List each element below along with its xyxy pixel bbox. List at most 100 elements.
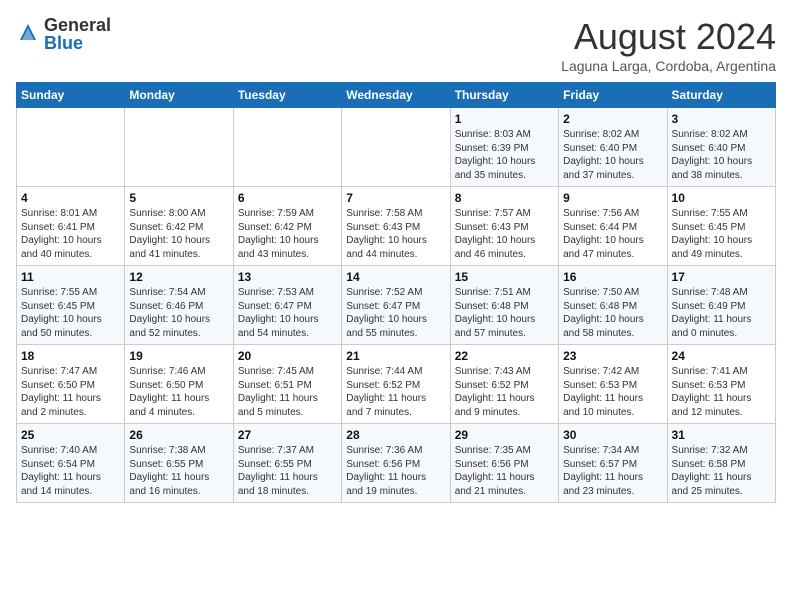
logo-text: General Blue xyxy=(44,16,111,52)
calendar-cell: 11 Sunrise: 7:55 AM Sunset: 6:45 PM Dayli… xyxy=(17,266,125,345)
day-info: Sunrise: 7:45 AM Sunset: 6:51 PM Dayligh… xyxy=(238,365,337,419)
calendar-cell: 6 Sunrise: 7:59 AM Sunset: 6:42 PM Daylig… xyxy=(233,187,341,266)
days-header-row: SundayMondayTuesdayWednesdayThursdayFrid… xyxy=(17,83,776,108)
day-info: Sunrise: 7:53 AM Sunset: 6:47 PM Dayligh… xyxy=(238,286,337,340)
day-info: Sunrise: 7:32 AM Sunset: 6:58 PM Dayligh… xyxy=(672,444,771,498)
calendar-cell: 2Sunrise: 8:02 AM Sunset: 6:40 PM Daylig… xyxy=(559,108,667,187)
week-row-3: 11 Sunrise: 7:55 AM Sunset: 6:45 PM Dayli… xyxy=(17,266,776,345)
day-number: 27 xyxy=(238,428,337,442)
calendar-cell: 27Sunrise: 7:37 AM Sunset: 6:55 PM Dayli… xyxy=(233,424,341,503)
day-number: 3 xyxy=(672,112,771,126)
day-number: 7 xyxy=(346,191,445,205)
calendar-cell: 1 Sunrise: 8:03 AM Sunset: 6:39 PM Daylig… xyxy=(450,108,558,187)
day-info: Sunrise: 7:43 AM Sunset: 6:52 PM Dayligh… xyxy=(455,365,554,419)
day-header-monday: Monday xyxy=(125,83,233,108)
day-number: 11 xyxy=(21,270,120,284)
calendar-cell: 9 Sunrise: 7:56 AM Sunset: 6:44 PM Daylig… xyxy=(559,187,667,266)
logo-general: General xyxy=(44,15,111,35)
day-info: Sunrise: 7:34 AM Sunset: 6:57 PM Dayligh… xyxy=(563,444,662,498)
day-info: Sunrise: 8:03 AM Sunset: 6:39 PM Dayligh… xyxy=(455,128,554,182)
title-block: August 2024 Laguna Larga, Cordoba, Argen… xyxy=(561,16,776,74)
calendar-cell: 21 Sunrise: 7:44 AM Sunset: 6:52 PM Dayli… xyxy=(342,345,450,424)
day-number: 10 xyxy=(672,191,771,205)
day-number: 13 xyxy=(238,270,337,284)
day-number: 8 xyxy=(455,191,554,205)
day-number: 28 xyxy=(346,428,445,442)
calendar-cell: 26Sunrise: 7:38 AM Sunset: 6:55 PM Dayli… xyxy=(125,424,233,503)
day-number: 24 xyxy=(672,349,771,363)
day-info: Sunrise: 7:46 AM Sunset: 6:50 PM Dayligh… xyxy=(129,365,228,419)
day-number: 5 xyxy=(129,191,228,205)
day-number: 29 xyxy=(455,428,554,442)
calendar-cell xyxy=(342,108,450,187)
day-number: 14 xyxy=(346,270,445,284)
day-number: 31 xyxy=(672,428,771,442)
calendar-cell: 19 Sunrise: 7:46 AM Sunset: 6:50 PM Dayli… xyxy=(125,345,233,424)
day-header-wednesday: Wednesday xyxy=(342,83,450,108)
day-number: 15 xyxy=(455,270,554,284)
day-header-tuesday: Tuesday xyxy=(233,83,341,108)
calendar-cell: 14 Sunrise: 7:52 AM Sunset: 6:47 PM Dayli… xyxy=(342,266,450,345)
day-info: Sunrise: 8:01 AM Sunset: 6:41 PM Dayligh… xyxy=(21,207,120,261)
calendar-cell: 17 Sunrise: 7:48 AM Sunset: 6:49 PM Dayli… xyxy=(667,266,775,345)
calendar-cell: 15 Sunrise: 7:51 AM Sunset: 6:48 PM Dayli… xyxy=(450,266,558,345)
day-header-saturday: Saturday xyxy=(667,83,775,108)
calendar-cell xyxy=(17,108,125,187)
logo-icon xyxy=(16,22,40,46)
calendar-cell: 18Sunrise: 7:47 AM Sunset: 6:50 PM Dayli… xyxy=(17,345,125,424)
day-info: Sunrise: 7:55 AM Sunset: 6:45 PM Dayligh… xyxy=(21,286,120,340)
day-number: 6 xyxy=(238,191,337,205)
calendar-cell: 10Sunrise: 7:55 AM Sunset: 6:45 PM Dayli… xyxy=(667,187,775,266)
day-number: 1 xyxy=(455,112,554,126)
day-number: 20 xyxy=(238,349,337,363)
day-info: Sunrise: 7:47 AM Sunset: 6:50 PM Dayligh… xyxy=(21,365,120,419)
calendar-cell: 13 Sunrise: 7:53 AM Sunset: 6:47 PM Dayli… xyxy=(233,266,341,345)
calendar-cell: 7 Sunrise: 7:58 AM Sunset: 6:43 PM Daylig… xyxy=(342,187,450,266)
day-header-thursday: Thursday xyxy=(450,83,558,108)
day-number: 9 xyxy=(563,191,662,205)
day-info: Sunrise: 7:58 AM Sunset: 6:43 PM Dayligh… xyxy=(346,207,445,261)
day-number: 30 xyxy=(563,428,662,442)
day-info: Sunrise: 7:51 AM Sunset: 6:48 PM Dayligh… xyxy=(455,286,554,340)
day-info: Sunrise: 7:35 AM Sunset: 6:56 PM Dayligh… xyxy=(455,444,554,498)
day-number: 4 xyxy=(21,191,120,205)
logo: General Blue xyxy=(16,16,111,52)
day-info: Sunrise: 7:56 AM Sunset: 6:44 PM Dayligh… xyxy=(563,207,662,261)
day-number: 17 xyxy=(672,270,771,284)
day-info: Sunrise: 7:59 AM Sunset: 6:42 PM Dayligh… xyxy=(238,207,337,261)
day-info: Sunrise: 8:02 AM Sunset: 6:40 PM Dayligh… xyxy=(563,128,662,182)
day-info: Sunrise: 8:00 AM Sunset: 6:42 PM Dayligh… xyxy=(129,207,228,261)
day-info: Sunrise: 7:52 AM Sunset: 6:47 PM Dayligh… xyxy=(346,286,445,340)
week-row-2: 4 Sunrise: 8:01 AM Sunset: 6:41 PM Daylig… xyxy=(17,187,776,266)
day-number: 19 xyxy=(129,349,228,363)
day-number: 21 xyxy=(346,349,445,363)
calendar-cell: 4 Sunrise: 8:01 AM Sunset: 6:41 PM Daylig… xyxy=(17,187,125,266)
day-info: Sunrise: 7:48 AM Sunset: 6:49 PM Dayligh… xyxy=(672,286,771,340)
calendar-cell: 16Sunrise: 7:50 AM Sunset: 6:48 PM Dayli… xyxy=(559,266,667,345)
calendar-cell: 12Sunrise: 7:54 AM Sunset: 6:46 PM Dayli… xyxy=(125,266,233,345)
calendar-cell: 20 Sunrise: 7:45 AM Sunset: 6:51 PM Dayli… xyxy=(233,345,341,424)
logo-blue: Blue xyxy=(44,33,83,53)
calendar-cell: 3 Sunrise: 8:02 AM Sunset: 6:40 PM Daylig… xyxy=(667,108,775,187)
calendar-cell xyxy=(125,108,233,187)
calendar-cell xyxy=(233,108,341,187)
location: Laguna Larga, Cordoba, Argentina xyxy=(561,58,776,74)
day-header-sunday: Sunday xyxy=(17,83,125,108)
week-row-1: 1 Sunrise: 8:03 AM Sunset: 6:39 PM Daylig… xyxy=(17,108,776,187)
calendar-cell: 22Sunrise: 7:43 AM Sunset: 6:52 PM Dayli… xyxy=(450,345,558,424)
day-info: Sunrise: 7:40 AM Sunset: 6:54 PM Dayligh… xyxy=(21,444,120,498)
day-number: 23 xyxy=(563,349,662,363)
day-info: Sunrise: 7:44 AM Sunset: 6:52 PM Dayligh… xyxy=(346,365,445,419)
calendar-cell: 24Sunrise: 7:41 AM Sunset: 6:53 PM Dayli… xyxy=(667,345,775,424)
day-header-friday: Friday xyxy=(559,83,667,108)
day-number: 26 xyxy=(129,428,228,442)
calendar-cell: 25Sunrise: 7:40 AM Sunset: 6:54 PM Dayli… xyxy=(17,424,125,503)
calendar-cell: 28Sunrise: 7:36 AM Sunset: 6:56 PM Dayli… xyxy=(342,424,450,503)
day-number: 16 xyxy=(563,270,662,284)
calendar-cell: 23Sunrise: 7:42 AM Sunset: 6:53 PM Dayli… xyxy=(559,345,667,424)
day-info: Sunrise: 8:02 AM Sunset: 6:40 PM Dayligh… xyxy=(672,128,771,182)
week-row-5: 25Sunrise: 7:40 AM Sunset: 6:54 PM Dayli… xyxy=(17,424,776,503)
calendar-table: SundayMondayTuesdayWednesdayThursdayFrid… xyxy=(16,82,776,503)
calendar-cell: 5 Sunrise: 8:00 AM Sunset: 6:42 PM Daylig… xyxy=(125,187,233,266)
day-number: 12 xyxy=(129,270,228,284)
